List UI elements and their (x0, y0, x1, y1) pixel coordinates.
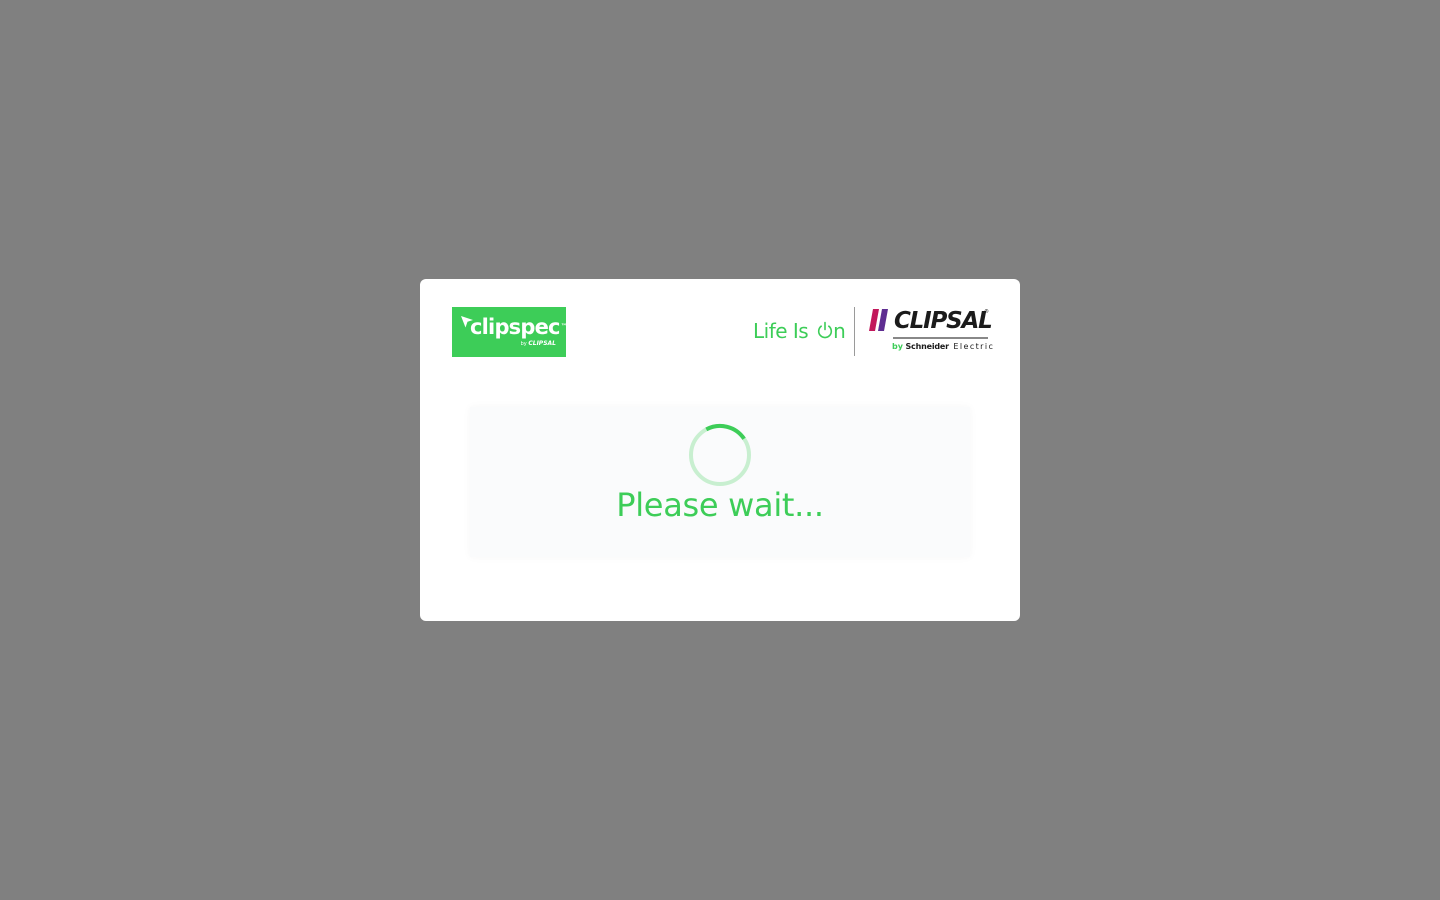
clipsal-byline-suffix: Electric (953, 342, 995, 351)
clipsal-registered-mark: ® (984, 309, 989, 315)
clipspec-byline-prefix: by (520, 341, 527, 347)
clipspec-wordmark: clipspec™ (470, 314, 567, 340)
loading-dialog: clipspec™ by CLIPSAL Life Is n CLIPSAL ®… (420, 279, 1020, 621)
loading-panel: Please wait... (470, 407, 970, 557)
clipsal-rule (893, 337, 988, 339)
clipspec-byline: by CLIPSAL (520, 340, 556, 348)
loading-message: Please wait... (616, 486, 824, 524)
clipspec-logo: clipspec™ by CLIPSAL (452, 307, 567, 357)
logo-divider (854, 307, 855, 356)
life-is-on-tagline: Life Is n (753, 317, 846, 345)
spinner-icon (689, 423, 751, 486)
clipsal-byline-company: Schneider (905, 342, 950, 351)
clipsal-wordmark: CLIPSAL (894, 308, 993, 334)
clipsal-bars-icon (869, 309, 888, 331)
clipsal-logo: CLIPSAL ® by Schneider Electric (869, 307, 993, 355)
tagline-text: Life Is (753, 319, 815, 343)
power-icon (817, 321, 833, 339)
clipsal-byline: by Schneider Electric (892, 342, 994, 352)
clipspec-byline-brand: CLIPSAL (528, 340, 556, 347)
tagline-tail: n (833, 319, 846, 343)
clipsal-byline-by: by (892, 342, 903, 351)
clipspec-trademark: ™ (560, 323, 567, 330)
clipspec-name: clipspec (470, 315, 561, 339)
